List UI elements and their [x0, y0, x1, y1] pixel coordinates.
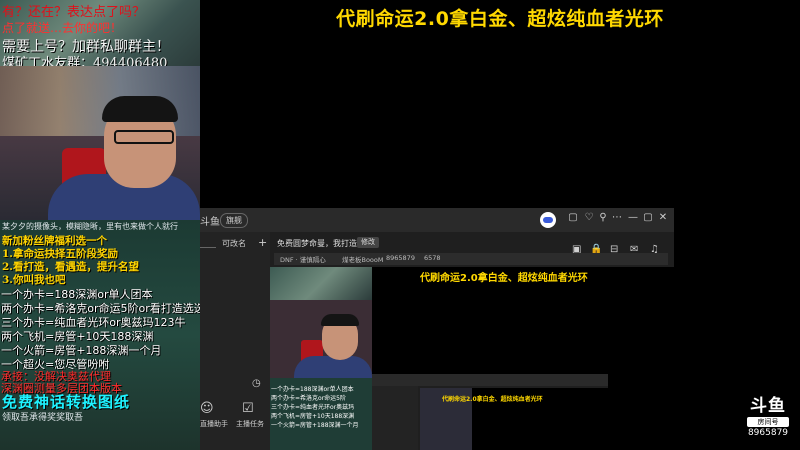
douyu-watermark: 斗鱼 房间号 8965879 [743, 391, 793, 438]
tag-room-id: 8965879 [386, 254, 415, 262]
user-avatar[interactable] [540, 212, 556, 228]
nav-rename[interactable]: 可改名 [222, 238, 246, 249]
preview-price-line: 两个飞机=房管+10天188深渊 [271, 413, 355, 420]
room-topic: 免费圆梦命曼，我打造。 [277, 239, 365, 248]
screen-icon[interactable]: ▢ [568, 213, 578, 223]
camera-note: 某夕夕的摄像头，模糊隐晰，里有也来做个人就行 [2, 222, 178, 231]
promo-header: 有？还在？表达点了吗？ 点了就送…去你的吧！ 需要上号？加群私聊群主！ 煤矿工水… [0, 0, 200, 71]
app-logo: 斗鱼 [200, 217, 220, 228]
preview-price-line: 两个办卡=希洛克or命运5阶 [271, 395, 346, 402]
room-label: 房间号 [747, 417, 789, 427]
room-tag-bar [274, 253, 668, 265]
streamer-hair [102, 96, 178, 122]
preview-left-overlay: 一个办卡=188深渊or单人团本 两个办卡=希洛克or命运5阶 三个办卡=纯血者… [270, 267, 372, 450]
tag-viewers: 6578 [424, 254, 441, 262]
maximize-icon[interactable]: ▢ [643, 213, 653, 223]
room-number: 8965879 [747, 428, 789, 438]
free-offer-text: 免费神话转换图纸 [2, 393, 131, 411]
heart-icon[interactable]: ♡ [584, 213, 594, 223]
nested-preview-window: 代刷命运2.0拿白金、超炫纯血者光环 [372, 374, 608, 450]
task-label[interactable]: 主播任务 [236, 419, 264, 429]
douyu-logo: 斗鱼 [750, 396, 786, 416]
preview-stream: 一个办卡=188深渊or单人团本 两个办卡=希洛克or命运5阶 三个办卡=纯血者… [270, 267, 674, 450]
assistant-label[interactable]: 直播助手 [200, 419, 228, 429]
price-list-panel: 某夕夕的摄像头，模糊隐晰，里有也来做个人就行 新加粉丝牌福利选一个 1.拿命运抉… [0, 220, 200, 450]
add-icon[interactable]: + [258, 236, 267, 249]
promo-line-2: 点了就送…去你的吧！ [2, 21, 123, 35]
edit-badge[interactable]: 修改 [357, 237, 379, 248]
stream-banner-title: 代刷命运2.0拿白金、超炫纯血者光环 [336, 8, 664, 30]
shirt-icon[interactable]: ⚲ [598, 213, 608, 223]
preview-price-line: 一个办卡=188深渊or单人团本 [271, 386, 354, 393]
benefit-line: 3.你叫我也吧 [2, 274, 66, 286]
nested-preview-title: 代刷命运2.0拿白金、超炫纯血者光环 [442, 396, 543, 403]
tag-category[interactable]: DNF · 谨慎隔心 [280, 254, 326, 264]
minimize-icon[interactable]: — [628, 213, 638, 223]
close-icon[interactable]: ✕ [658, 213, 668, 223]
history-icon[interactable]: ◷ [252, 378, 261, 389]
preview-promo [270, 267, 372, 300]
task-icon[interactable]: ☑ [242, 401, 254, 416]
more-icon[interactable]: ⋯ [612, 213, 622, 223]
promo-line-1: 有？还在？表达点了吗？ [2, 5, 146, 20]
app-sidebar [200, 232, 270, 450]
app-tier-pill[interactable]: 旗舰 [220, 213, 248, 228]
left-overlay-panel: 有？还在？表达点了吗？ 点了就送…去你的吧！ 需要上号？加群私聊群主！ 煤矿工水… [0, 0, 200, 450]
bottom-note: 领取吾承得奖奖取吾 [2, 413, 84, 423]
preview-price-list: 一个办卡=188深渊or单人团本 两个办卡=希洛克or命运5阶 三个办卡=纯血者… [270, 378, 372, 450]
tag-streamer: 煤老板BoooM [342, 256, 384, 264]
preview-webcam [270, 300, 372, 378]
streamer-glasses [114, 130, 174, 144]
nav-underline [200, 239, 216, 248]
assistant-icon[interactable]: ☺ [200, 401, 214, 416]
preview-price-line: 三个办卡=纯血者光环or奥兹玛 [271, 404, 355, 411]
webcam-feed [0, 66, 200, 220]
embedded-app-window: 斗鱼 旗舰 ▢ ♡ ⚲ ⋯ — ▢ ✕ 可改名 + ☺ 直播助手 ☑ 主播任务 … [200, 208, 674, 450]
preview-title: 代刷命运2.0拿白金、超炫纯血者光环 [420, 273, 588, 284]
preview-price-line: 一个火箭=房管+188深渊一个月 [271, 422, 359, 429]
